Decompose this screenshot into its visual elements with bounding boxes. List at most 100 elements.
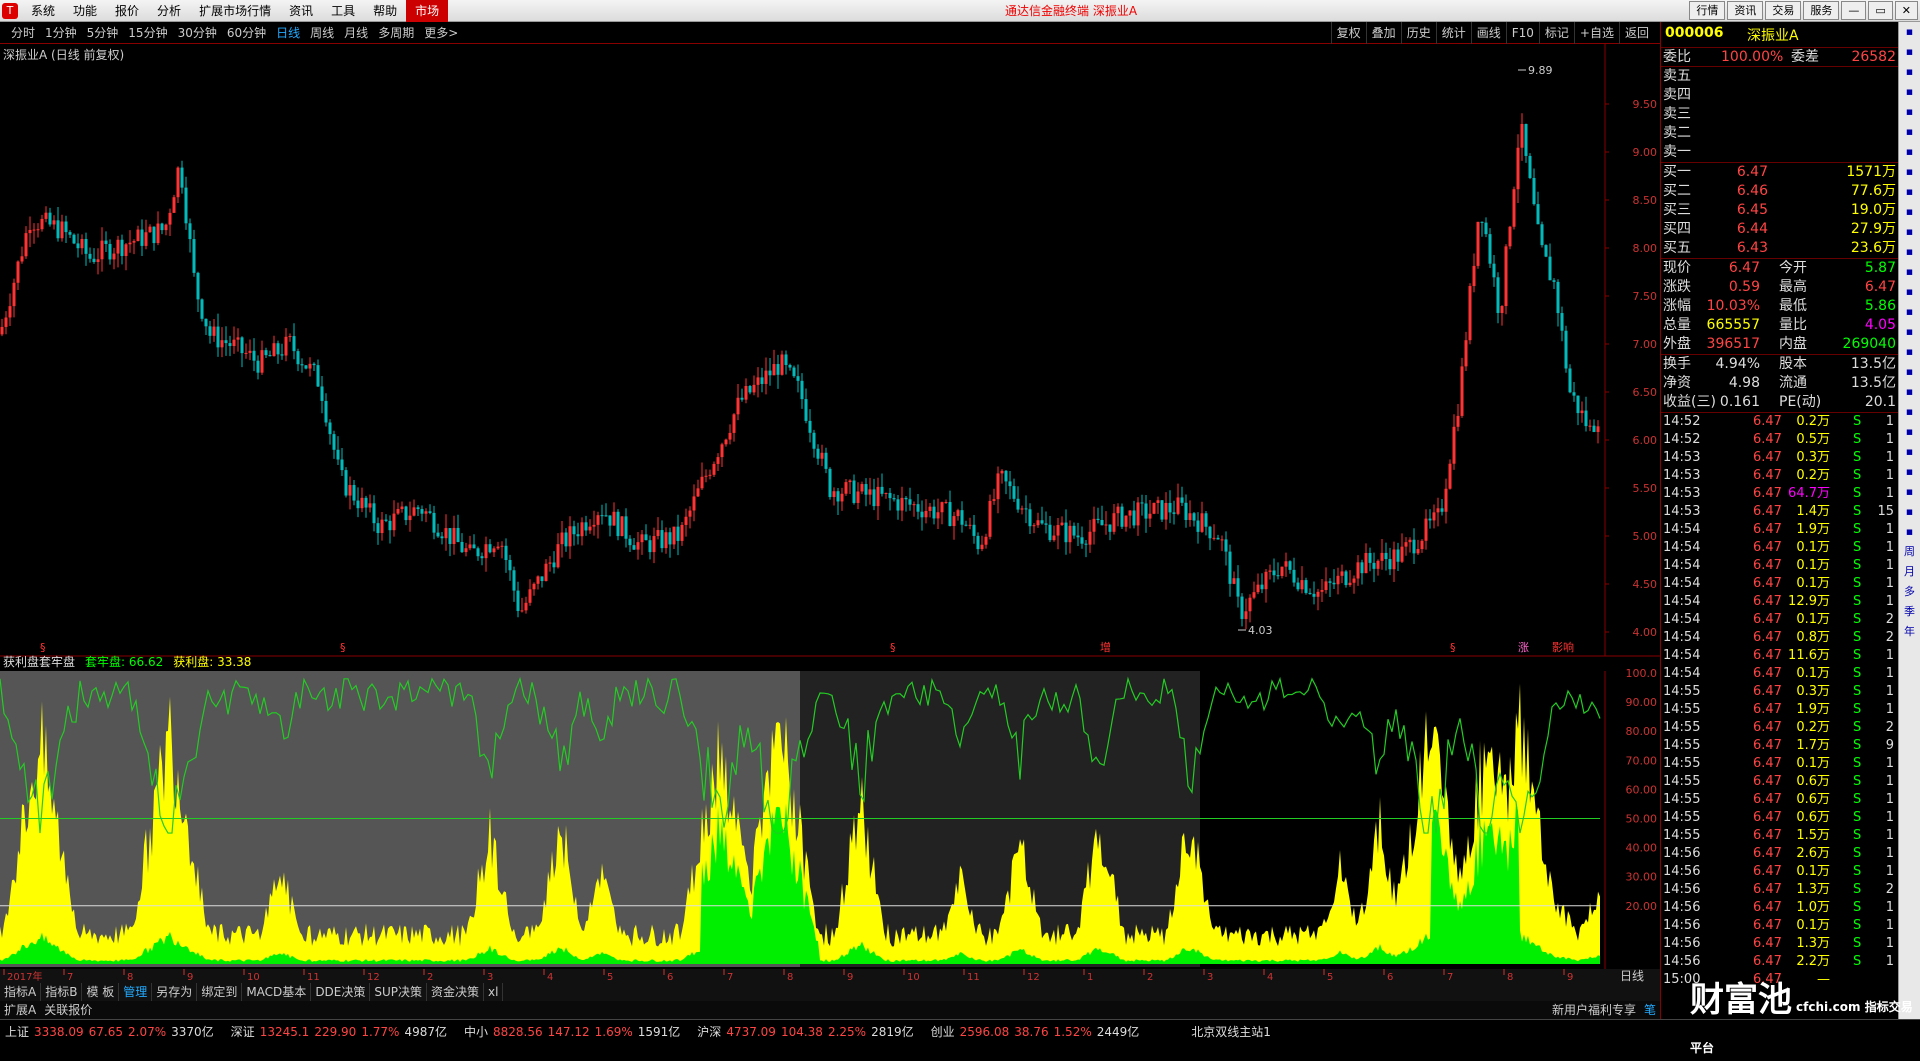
indicator-tab-5[interactable]: 绑定到 (197, 983, 243, 1001)
indicator-tab-6[interactable]: MACD基本 (242, 983, 312, 1001)
period-tab-5[interactable]: 60分钟 (222, 22, 271, 44)
index-3[interactable]: 沪深 4737.09 104.38 2.25% 2819亿 (692, 1023, 913, 1040)
side-tool-icon[interactable]: ▪ (1899, 262, 1920, 282)
index-0[interactable]: 上证 3338.09 67.65 2.07% 3370亿 (0, 1023, 214, 1040)
ext-tab-0[interactable]: 扩展A (0, 1001, 40, 1019)
period-tab-0[interactable]: 分时 (6, 22, 40, 44)
pen-button[interactable]: 笔 (1640, 1001, 1660, 1019)
tool-2[interactable]: 历史 (1400, 22, 1436, 44)
side-tool-icon[interactable]: ▪ (1899, 482, 1920, 502)
indicator-tab-4[interactable]: 另存为 (152, 983, 198, 1001)
tool-6[interactable]: 标记 (1538, 22, 1574, 44)
window-button-2[interactable]: 交易 (1765, 1, 1802, 20)
event-marker[interactable]: § (890, 641, 896, 654)
tick-list[interactable]: 14:52 6.47 0.2万 S 1 14:52 6.47 0.5万 S 1 14:53 6.47 0… (1661, 413, 1898, 1008)
side-tool-icon[interactable]: ▪ (1899, 302, 1920, 322)
side-tool-icon[interactable]: ▪ (1899, 42, 1920, 62)
menu-4[interactable]: 扩展市场行情 (190, 0, 280, 22)
side-tool-icon[interactable]: ▪ (1899, 122, 1920, 142)
side-tool-icon[interactable]: ▪ (1899, 322, 1920, 342)
period-tab-7[interactable]: 周线 (305, 22, 339, 44)
window-button-3[interactable]: 服务 (1803, 1, 1840, 20)
menu-0[interactable]: 系统 (22, 0, 64, 22)
menu-3[interactable]: 分析 (148, 0, 190, 22)
indicator-tab-9[interactable]: 资金决策 (427, 983, 485, 1001)
menu-5[interactable]: 资讯 (280, 0, 322, 22)
side-period-2[interactable]: 多 (1899, 582, 1920, 602)
side-tool-icon[interactable]: ▪ (1899, 222, 1920, 242)
period-tab-1[interactable]: 1分钟 (40, 22, 82, 44)
side-tool-icon[interactable]: ▪ (1899, 402, 1920, 422)
tool-8[interactable]: 返回 (1618, 22, 1654, 44)
event-marker[interactable]: 涨 (1518, 641, 1529, 654)
period-tab-9[interactable]: 多周期 (373, 22, 419, 44)
side-tool-icon[interactable]: ▪ (1899, 422, 1920, 442)
side-tool-icon[interactable]: ▪ (1899, 282, 1920, 302)
index-1[interactable]: 深证 13245.1 229.90 1.77% 4987亿 (226, 1023, 447, 1040)
side-tool-icon[interactable]: ▪ (1899, 362, 1920, 382)
server-name[interactable]: 北京双线主站1 (1191, 1023, 1271, 1040)
indicator-tab-3[interactable]: 管理 (119, 983, 153, 1001)
candle-body (312, 363, 316, 366)
side-tool-icon[interactable]: ▪ (1899, 142, 1920, 162)
side-tool-icon[interactable]: ▪ (1899, 182, 1920, 202)
tool-7[interactable]: +自选 (1573, 22, 1619, 44)
index-4[interactable]: 创业 2596.08 38.76 1.52% 2449亿 (926, 1023, 1140, 1040)
side-tool-icon[interactable]: ▪ (1899, 462, 1920, 482)
side-tool-icon[interactable]: ▪ (1899, 502, 1920, 522)
side-tool-icon[interactable]: ▪ (1899, 522, 1920, 542)
menu-2[interactable]: 报价 (106, 0, 148, 22)
period-tab-3[interactable]: 15分钟 (123, 22, 172, 44)
period-tab-4[interactable]: 30分钟 (173, 22, 222, 44)
side-period-3[interactable]: 季 (1899, 602, 1920, 622)
menu-6[interactable]: 工具 (322, 0, 364, 22)
window-button-1[interactable]: 资讯 (1727, 1, 1764, 20)
stat-value: 5.87 (1864, 260, 1896, 276)
window-button-0[interactable]: 行情 (1689, 1, 1726, 20)
side-tool-icon[interactable]: ▪ (1899, 242, 1920, 262)
indicator-tab-1[interactable]: 指标B (41, 983, 83, 1001)
menu-8[interactable]: 市场 (406, 0, 449, 22)
side-tool-icon[interactable]: ▪ (1899, 162, 1920, 182)
window-button-5[interactable]: ▭ (1868, 1, 1893, 20)
promo-link[interactable]: 新用户福利专享 (1548, 1001, 1640, 1019)
side-tool-icon[interactable]: ▪ (1899, 62, 1920, 82)
indicator-tab-10[interactable]: xl (484, 983, 504, 1001)
tool-0[interactable]: 复权 (1330, 22, 1366, 44)
event-marker[interactable]: 增 (1100, 640, 1111, 654)
indicator-tab-8[interactable]: SUP决策 (370, 983, 428, 1001)
indicator-name[interactable]: 获利盘套牢盘 (3, 653, 75, 671)
index-2[interactable]: 中小 8828.56 147.12 1.69% 1591亿 (459, 1023, 680, 1040)
tool-4[interactable]: 画线 (1470, 22, 1506, 44)
tool-5[interactable]: F10 (1505, 22, 1539, 44)
tool-3[interactable]: 统计 (1435, 22, 1471, 44)
side-tool-icon[interactable]: ▪ (1899, 82, 1920, 102)
ext-tab-1[interactable]: 关联报价 (40, 1001, 96, 1019)
event-marker[interactable]: 影响 (1552, 641, 1574, 654)
event-marker[interactable]: § (1450, 641, 1456, 654)
window-button-4[interactable]: — (1841, 1, 1867, 20)
side-tool-icon[interactable]: ▪ (1899, 382, 1920, 402)
menu-1[interactable]: 功能 (64, 0, 106, 22)
menu-7[interactable]: 帮助 (364, 0, 406, 22)
period-tab-6[interactable]: 日线 (271, 22, 305, 44)
kline-chart[interactable]: 9.50 9.00 8.50 8.00 7.50 7.00 6.50 6.00 5.50 5.00… (0, 44, 1660, 983)
side-tool-icon[interactable]: ▪ (1899, 342, 1920, 362)
side-tool-icon[interactable]: ▪ (1899, 22, 1920, 42)
indicator-tab-2[interactable]: 模 板 (82, 983, 120, 1001)
side-tool-icon[interactable]: ▪ (1899, 442, 1920, 462)
side-tool-icon[interactable]: ▪ (1899, 202, 1920, 222)
tool-1[interactable]: 叠加 (1365, 22, 1401, 44)
period-tab-2[interactable]: 5分钟 (82, 22, 124, 44)
side-period-1[interactable]: 月 (1899, 562, 1920, 582)
indicator-tab-7[interactable]: DDE决策 (311, 983, 371, 1001)
period-tab-10[interactable]: 更多> (419, 22, 463, 44)
side-tool-icon[interactable]: ▪ (1899, 102, 1920, 122)
side-period-0[interactable]: 周 (1899, 542, 1920, 562)
period-tab-8[interactable]: 月线 (339, 22, 373, 44)
candle-body (1004, 470, 1008, 482)
indicator-tab-0[interactable]: 指标A (0, 983, 42, 1001)
side-period-4[interactable]: 年 (1899, 622, 1920, 642)
event-marker[interactable]: § (340, 641, 346, 654)
window-button-6[interactable]: ✕ (1894, 1, 1918, 20)
